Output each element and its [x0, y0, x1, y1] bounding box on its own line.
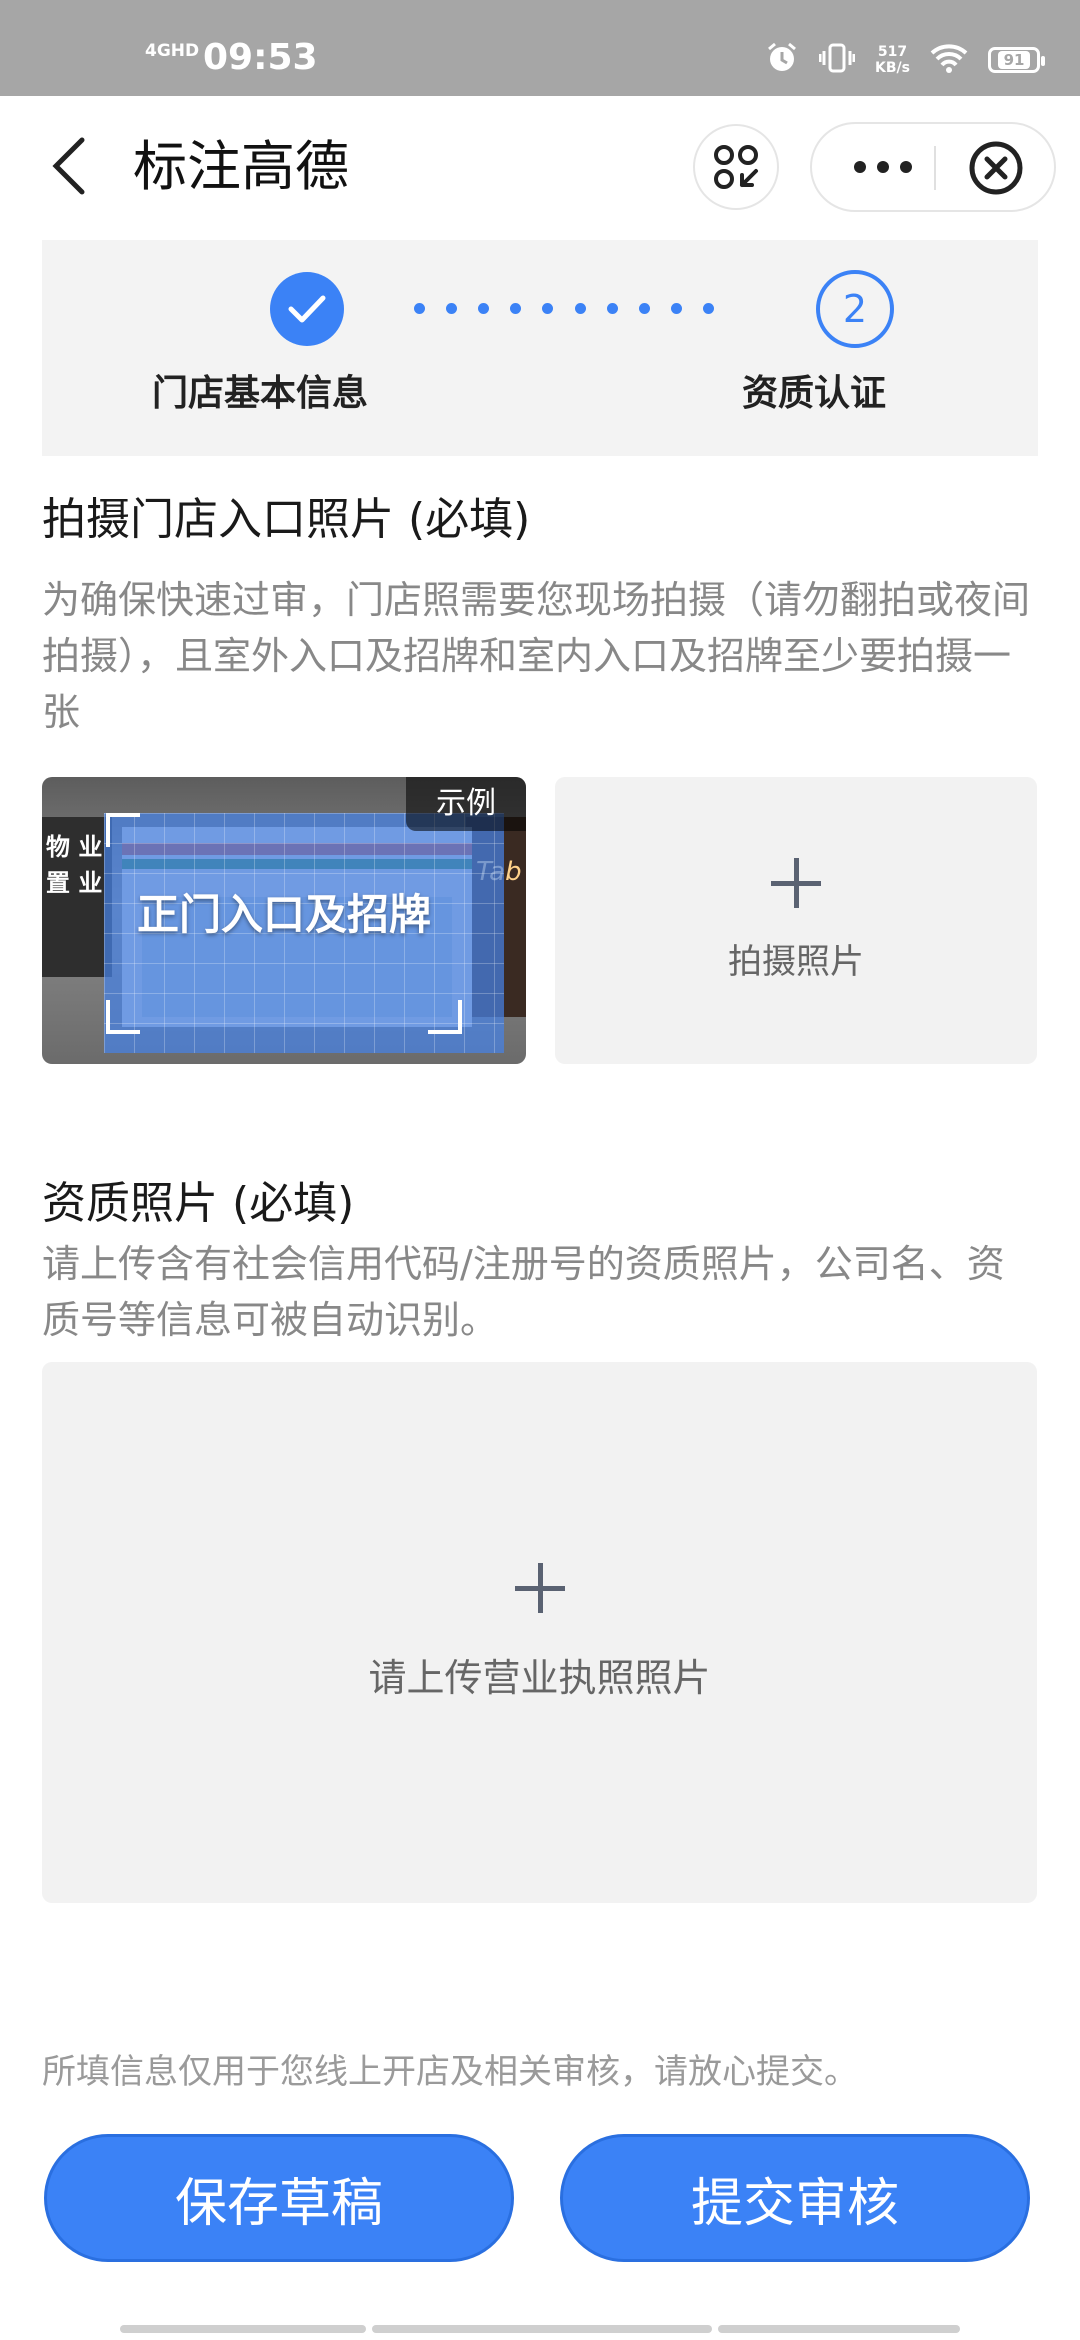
- example-badge: 示例: [406, 777, 526, 831]
- back-button[interactable]: [46, 136, 96, 196]
- submit-review-button[interactable]: 提交审核: [560, 2134, 1030, 2262]
- close-icon: [969, 141, 1023, 195]
- check-icon: [288, 295, 326, 323]
- clock: 09:53: [203, 37, 318, 78]
- example-sign-text-1: 物 业: [46, 833, 103, 861]
- take-photo-button[interactable]: 拍摄照片: [555, 777, 1037, 1064]
- step-indicator: 2 门店基本信息 资质认证: [42, 240, 1038, 456]
- save-draft-button[interactable]: 保存草稿: [44, 2134, 514, 2262]
- take-photo-label: 拍摄照片: [728, 942, 864, 982]
- plus-icon: [771, 858, 821, 908]
- miniapp-capsule: [810, 122, 1056, 212]
- battery-icon: 91: [988, 47, 1045, 73]
- step-2-label: 资质认证: [742, 373, 887, 414]
- step-2-number: 2: [816, 270, 894, 348]
- nav-bar: 标注高德: [0, 96, 1080, 236]
- upload-license-label: 请上传营业执照照片: [368, 1656, 711, 1700]
- more-button[interactable]: [848, 124, 918, 210]
- step-1-complete: [270, 272, 344, 346]
- chevron-left-icon: [52, 137, 85, 195]
- home-indicator: [718, 2325, 960, 2333]
- scan-icon: [714, 145, 758, 189]
- alarm-icon: [765, 41, 799, 79]
- status-bar: 4GHD 09:53 517 KB/s 91: [0, 0, 1080, 96]
- capsule-divider: [934, 146, 936, 190]
- network-speed: 517 KB/s: [875, 44, 910, 76]
- license-photo-title: 资质照片 (必填): [42, 1178, 355, 1229]
- store-photo-title: 拍摄门店入口照片 (必填): [42, 494, 531, 545]
- home-indicator: [120, 2325, 366, 2333]
- speed-value: 517: [877, 44, 908, 60]
- privacy-notice: 所填信息仅用于您线上开店及相关审核，请放心提交。: [42, 2052, 858, 2092]
- store-photo-description: 为确保快速过审，门店照需要您现场拍摄（请勿翻拍或夜间拍摄），且室外入口及招牌和室…: [42, 578, 1031, 734]
- plus-icon: [514, 1563, 565, 1613]
- more-icon: [854, 161, 912, 173]
- step-connector: [414, 303, 714, 317]
- license-photo-description: 请上传含有社会信用代码/注册号的资质照片，公司名、资质号等信息可被自动识别。: [42, 1242, 1005, 1342]
- step-1-label: 门店基本信息: [152, 373, 369, 414]
- example-caption: 正门入口及招牌: [136, 890, 431, 939]
- battery-level: 91: [997, 51, 1031, 69]
- scan-button[interactable]: [693, 124, 779, 210]
- upload-license-button[interactable]: 请上传营业执照照片: [42, 1362, 1037, 1903]
- status-icons: 517 KB/s 91: [765, 38, 1045, 82]
- network-indicator: 4GHD: [145, 41, 200, 61]
- vibrate-icon: [818, 41, 856, 79]
- home-indicator: [372, 2325, 712, 2333]
- example-photo[interactable]: 物 业 置 业 Tab 正门入口及招牌 示例: [42, 777, 526, 1064]
- wifi-icon: [930, 42, 968, 78]
- speed-unit: KB/s: [875, 60, 910, 76]
- close-button[interactable]: [968, 140, 1024, 196]
- page-title: 标注高德: [133, 135, 349, 198]
